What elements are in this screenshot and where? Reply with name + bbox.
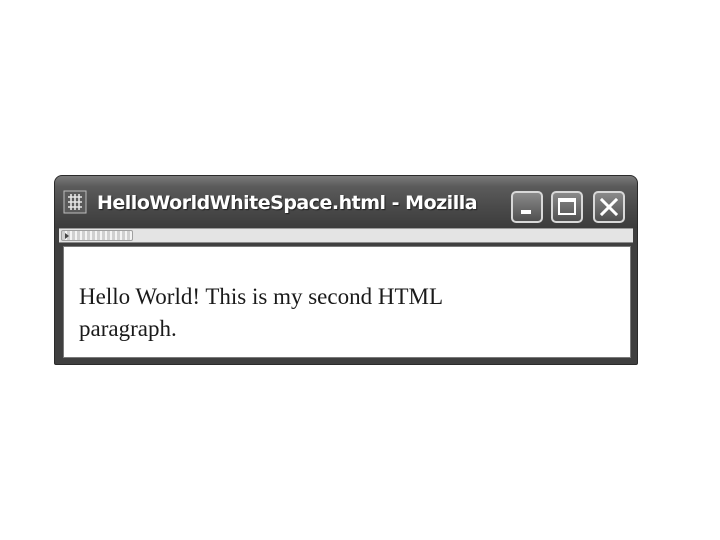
close-icon — [599, 197, 619, 217]
navigation-toolbar — [59, 228, 633, 243]
minimize-icon — [521, 210, 531, 214]
hello-world-paragraph: Hello World! This is my second HTML para… — [79, 284, 443, 341]
title-bar[interactable]: HelloWorldWhiteSpace.html - Mozilla — [55, 176, 637, 228]
minimize-button[interactable] — [511, 191, 543, 223]
window-title: HelloWorldWhiteSpace.html - Mozilla — [97, 192, 478, 214]
close-button[interactable] — [593, 191, 625, 223]
browser-window: HelloWorldWhiteSpace.html - Mozilla Hell… — [54, 175, 638, 365]
page-content-area: Hello World! This is my second HTML para… — [63, 246, 631, 358]
toolbar-expand-arrow-icon — [65, 233, 69, 239]
mozilla-app-icon[interactable] — [63, 190, 87, 214]
toolbar-grip-icon[interactable] — [61, 230, 133, 241]
maximize-button[interactable] — [551, 191, 583, 223]
maximize-icon — [558, 198, 576, 215]
